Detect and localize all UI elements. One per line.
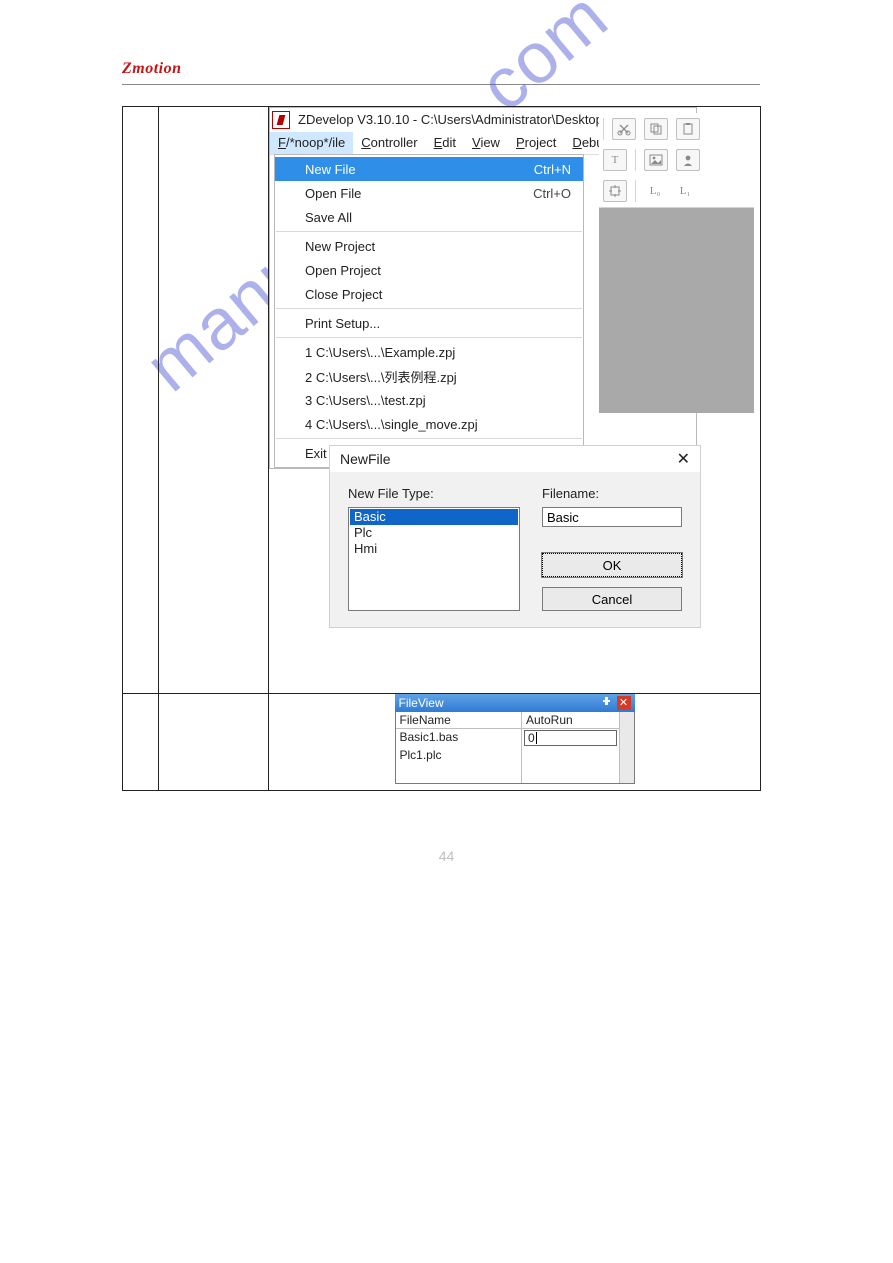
menu-item-close-project[interactable]: Close Project (275, 282, 583, 306)
paste-icon[interactable] (676, 118, 700, 140)
type-label: New File Type: (348, 486, 520, 501)
separator (276, 231, 582, 232)
menu-file[interactable]: F/*noop*/ile (270, 132, 353, 154)
col-figure-1: ZDevelop V3.10.10 - C:\Users\Administrat… (269, 107, 761, 694)
menu-item-new-file[interactable]: New File Ctrl+N (275, 157, 583, 181)
cancel-button[interactable]: Cancel (542, 587, 682, 611)
menu-view[interactable]: View (464, 132, 508, 154)
table-row[interactable]: Plc1.plc (396, 747, 521, 765)
close-icon[interactable]: ✕ (677, 449, 690, 469)
ok-button[interactable]: OK (542, 553, 682, 577)
panel-titlebar: FileView ✕ (395, 694, 635, 712)
separator (276, 438, 582, 439)
close-icon[interactable]: ✕ (617, 696, 631, 710)
menu-item-new-project[interactable]: New Project (275, 234, 583, 258)
toolbar-right: T (599, 113, 754, 208)
list-item[interactable]: Plc (350, 525, 518, 541)
shortcut: Ctrl+N (534, 162, 571, 177)
file-type-list[interactable]: Basic Plc Hmi (348, 507, 520, 611)
file-menu-dropdown: New File Ctrl+N Open File Ctrl+O Save Al… (274, 154, 584, 468)
text-tool-icon[interactable]: T (603, 149, 627, 171)
layer0-label[interactable]: L₀ (644, 181, 666, 201)
header-rule (122, 84, 760, 85)
col-step (123, 694, 159, 791)
menu-edit[interactable]: Edit (426, 132, 464, 154)
separator (276, 308, 582, 309)
list-item[interactable]: Basic (350, 509, 518, 525)
scrollbar[interactable] (620, 712, 634, 783)
copy-icon[interactable] (644, 118, 668, 140)
menu-item-open-project[interactable]: Open Project (275, 258, 583, 282)
col-header-filename[interactable]: FileName (396, 712, 521, 729)
app-client-area: T (599, 113, 754, 243)
col-desc (159, 107, 269, 694)
filename-label: Filename: (542, 486, 682, 501)
menu-item-recent-3[interactable]: 3 C:\Users\...\test.zpj (275, 388, 583, 412)
menu-project[interactable]: Project (508, 132, 564, 154)
image-tool-icon[interactable] (644, 149, 668, 171)
brand-logotype: Zmotion (122, 60, 182, 78)
separator (276, 337, 582, 338)
col-figure-2: FileView ✕ FileName Basic1.bas Plc1.plc (269, 694, 761, 791)
target-tool-icon[interactable] (603, 180, 627, 202)
newfile-dialog: NewFile ✕ New File Type: Basic Plc Hmi (329, 445, 701, 628)
app-logo-icon (272, 111, 290, 129)
manual-table: ZDevelop V3.10.10 - C:\Users\Administrat… (122, 106, 761, 791)
table-row[interactable] (522, 747, 619, 765)
filename-input[interactable] (542, 507, 682, 527)
shortcut: Ctrl+O (533, 186, 571, 201)
dialog-titlebar: NewFile ✕ (330, 446, 700, 472)
pin-icon[interactable] (601, 697, 613, 709)
fileview-panel: FileView ✕ FileName Basic1.bas Plc1.plc (395, 694, 635, 784)
menu-item-recent-1[interactable]: 1 C:\Users\...\Example.zpj (275, 340, 583, 364)
menu-item-recent-4[interactable]: 4 C:\Users\...\single_move.zpj (275, 412, 583, 436)
dialog-title: NewFile (340, 451, 391, 467)
autorun-value: 0 (528, 731, 535, 745)
menu-item-print-setup[interactable]: Print Setup... (275, 311, 583, 335)
page-number: 44 (0, 848, 893, 864)
list-item[interactable]: Hmi (350, 541, 518, 557)
fileview-table: FileName Basic1.bas Plc1.plc AutoRun 0 (396, 712, 634, 783)
col-header-autorun[interactable]: AutoRun (522, 712, 619, 729)
menu-item-save-all[interactable]: Save All (275, 205, 583, 229)
workspace-canvas (599, 208, 754, 413)
panel-title: FileView (399, 696, 444, 710)
cut-icon[interactable] (612, 118, 636, 140)
layer1-label[interactable]: L₁ (674, 181, 696, 201)
table-row[interactable]: Basic1.bas (396, 729, 521, 747)
col-step (123, 107, 159, 694)
user-tool-icon[interactable] (676, 149, 700, 171)
menu-controller[interactable]: Controller (353, 132, 425, 154)
menu-item-open-file[interactable]: Open File Ctrl+O (275, 181, 583, 205)
autorun-input[interactable]: 0 (524, 730, 617, 746)
menu-item-recent-2[interactable]: 2 C:\Users\...\列表例程.zpj (275, 364, 583, 388)
col-desc (159, 694, 269, 791)
